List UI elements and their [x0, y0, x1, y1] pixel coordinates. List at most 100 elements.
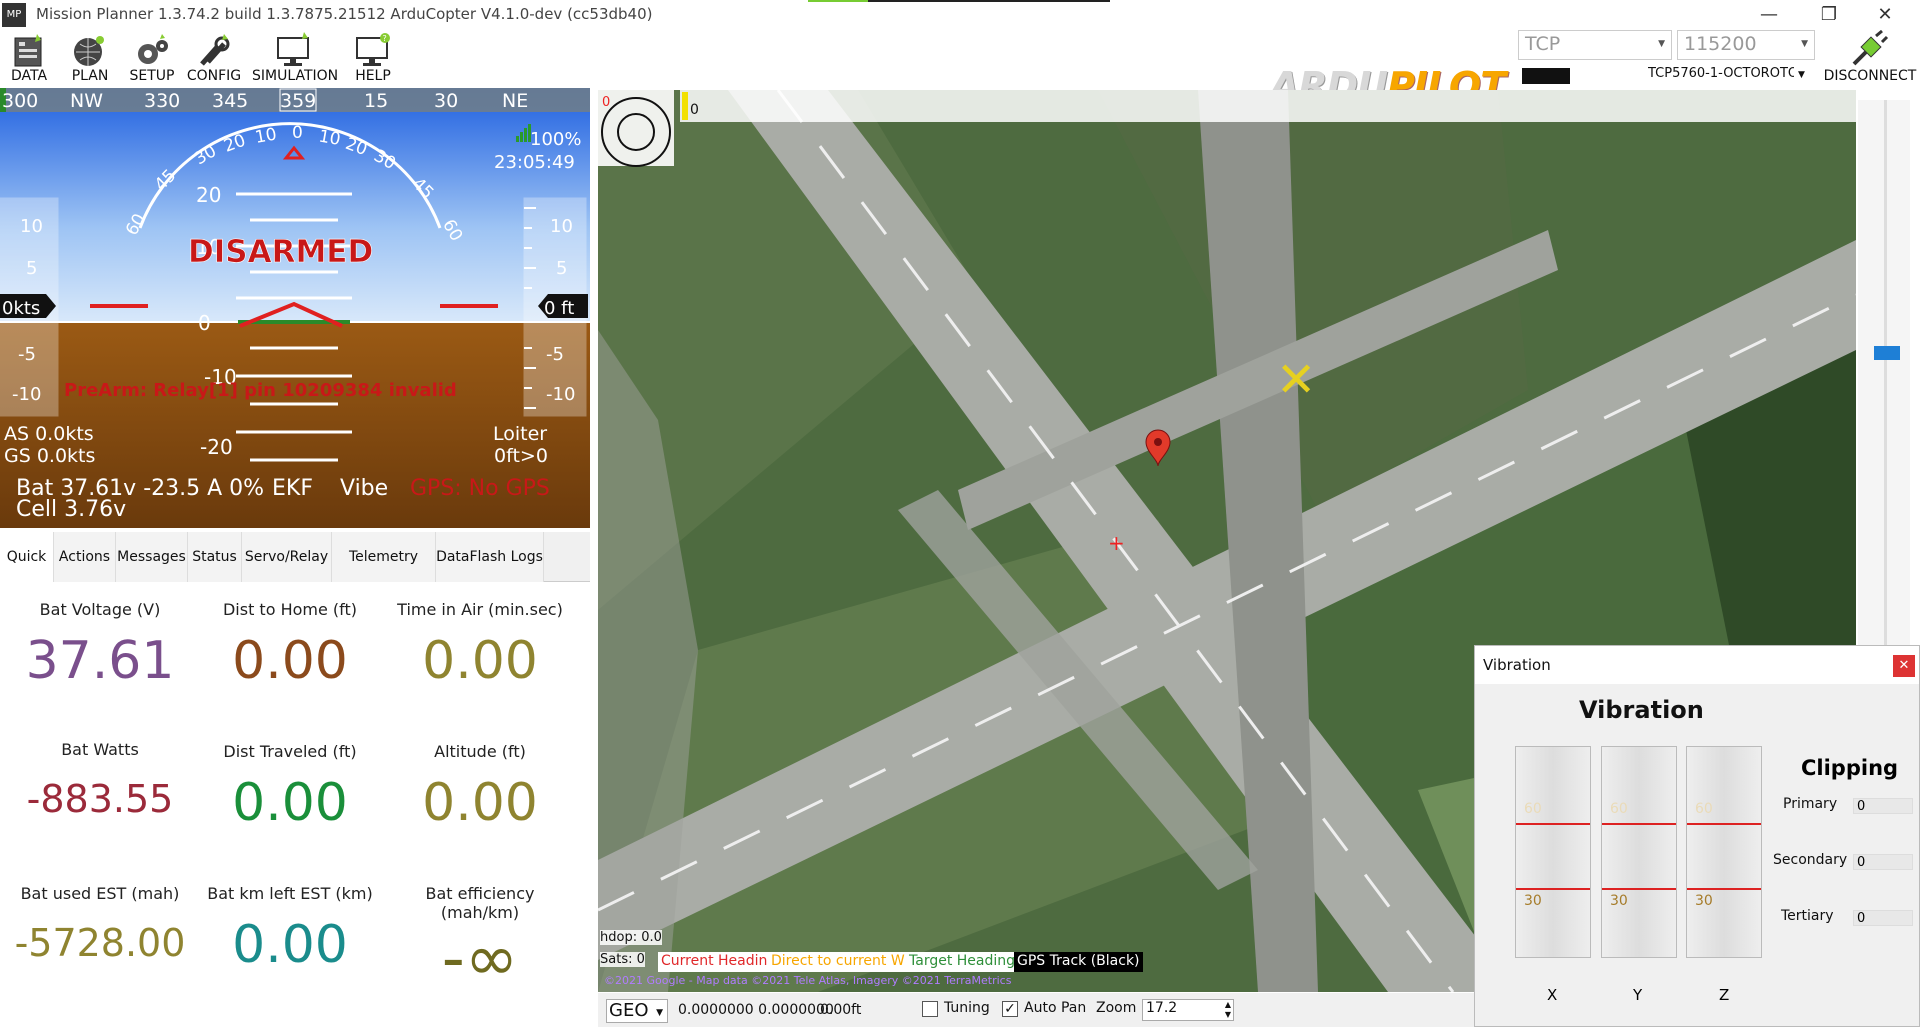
gps-status: GPS: No GPS — [410, 476, 550, 501]
vibration-window-title: Vibration — [1483, 656, 1551, 674]
main-toolbar: DATA PLAN SETUP CONFIG SIMULATION ? HELP… — [0, 29, 1920, 108]
svg-text:NE: NE — [502, 90, 528, 112]
svg-text:5: 5 — [556, 258, 567, 279]
vibration-heading: Vibration — [1579, 696, 1704, 724]
zoom-label: Zoom — [1096, 1000, 1137, 1016]
hud-panel[interactable]: 300 NW 330 345 359 15 30 NE 60 45 30 20 … — [0, 88, 590, 528]
clipping-secondary-label: Secondary — [1773, 852, 1848, 868]
link-stats-box[interactable] — [1522, 68, 1570, 84]
data-button-label: DATA — [10, 68, 48, 84]
svg-text:359: 359 — [280, 90, 316, 112]
quick-cell[interactable]: Bat Watts -883.55 — [5, 740, 195, 821]
quick-cell[interactable]: Bat km left EST (km) 0.00 — [195, 884, 385, 975]
vibration-bar-x: 60 30 — [1515, 746, 1591, 958]
quick-view: Bat Voltage (V) 37.61 Dist to Home (ft) 0.… — [5, 582, 585, 1027]
chevron-down-icon: ▼ — [1798, 70, 1805, 80]
vibration-window[interactable]: Vibration ✕ Vibration 60 30 60 30 60 30 X Y… — [1474, 645, 1920, 1027]
tab-actions[interactable]: Actions — [54, 532, 116, 582]
coord-mode-select[interactable]: GEO ▼ — [606, 999, 668, 1023]
svg-text:300: 300 — [2, 90, 38, 112]
svg-text:10: 10 — [253, 125, 278, 148]
config-button-label: CONFIG — [186, 68, 242, 84]
quick-cell[interactable]: Time in Air (min.sec) 0.00 — [385, 600, 575, 691]
disconnect-button[interactable]: DISCONNECT — [1822, 29, 1918, 86]
disconnect-label: DISCONNECT — [1823, 68, 1917, 84]
simulation-button[interactable]: SIMULATION — [252, 32, 339, 86]
legend-direct-wp: Direct to current WP — [768, 952, 917, 972]
speed-readout: 0kts — [2, 298, 40, 319]
wind-value: 0 — [602, 95, 610, 110]
quick-cell[interactable]: Dist Traveled (ft) 0.00 — [195, 742, 385, 833]
clipping-secondary-value: 0 — [1853, 854, 1913, 870]
ekf-indicator[interactable]: EKF — [272, 476, 313, 501]
svg-text:-5: -5 — [18, 344, 36, 365]
restore-button[interactable]: ❐ — [1806, 0, 1852, 30]
svg-text:20: 20 — [196, 183, 221, 207]
app-icon: MP — [2, 3, 26, 27]
vibration-bar-z: 60 30 — [1686, 746, 1762, 958]
svg-text:5: 5 — [26, 258, 37, 279]
clipping-title: Clipping — [1801, 756, 1899, 780]
tab-servo-relay[interactable]: Servo/Relay — [242, 532, 332, 582]
waypoint-distance: 0ft>0 — [494, 445, 548, 467]
axis-label-x: X — [1547, 986, 1558, 1004]
quick-cell[interactable]: Bat Voltage (V) 37.61 — [5, 600, 195, 691]
coordinates-text: 0.0000000 0.0000000 — [678, 1002, 834, 1018]
vibration-window-titlebar[interactable]: Vibration — [1475, 646, 1919, 684]
chevron-down-icon: ▼ — [656, 1008, 663, 1018]
clipping-primary-value: 0 — [1853, 798, 1913, 814]
close-button[interactable]: ✕ — [1862, 0, 1908, 30]
tab-dataflash-logs[interactable]: DataFlash Logs — [436, 532, 544, 582]
svg-text:NW: NW — [70, 90, 103, 112]
data-button[interactable]: DATA — [2, 32, 56, 86]
quick-cell[interactable]: Bat used EST (mah) -5728.00 — [5, 884, 195, 965]
tab-telemetry-logs[interactable]: Telemetry Logs — [332, 532, 436, 615]
cell-voltage: Cell 3.76v — [16, 497, 126, 522]
svg-text:330: 330 — [144, 90, 180, 112]
spinner-icon[interactable]: ▲ ▼ — [1225, 1000, 1231, 1020]
data-tabs: Quick Actions Messages Status Servo/Rela… — [0, 532, 590, 615]
help-monitor-icon: ? — [356, 33, 390, 66]
svg-text:10: 10 — [20, 216, 43, 237]
airspeed-text: AS 0.0kts — [4, 423, 94, 445]
svg-text:-20: -20 — [200, 435, 233, 459]
plug-icon — [1852, 29, 1889, 66]
tab-messages[interactable]: Messages — [116, 532, 188, 582]
baud-select[interactable]: 115200 ▼ — [1677, 30, 1815, 60]
plan-globe-icon — [74, 36, 104, 66]
quick-cell[interactable]: Bat efficiency (mah/km) -∞ — [385, 884, 575, 996]
tuning-label: Tuning — [944, 1000, 990, 1016]
axis-label-y: Y — [1633, 986, 1643, 1004]
connection-type-select[interactable]: TCP ▼ — [1518, 30, 1672, 60]
svg-text:-10: -10 — [12, 384, 41, 405]
minimize-button[interactable]: — — [1746, 0, 1792, 30]
svg-text:10: 10 — [550, 216, 573, 237]
chevron-down-icon: ▼ — [1658, 39, 1665, 49]
plan-button[interactable]: PLAN — [64, 32, 116, 86]
title-bar: MP Mission Planner 1.3.74.2 build 1.3.78… — [0, 0, 1920, 30]
plan-button-label: PLAN — [71, 68, 109, 84]
window-title: Mission Planner 1.3.74.2 build 1.3.7875.… — [36, 5, 653, 23]
autopan-checkbox[interactable]: ✓ — [1002, 1001, 1018, 1017]
svg-text:0: 0 — [198, 311, 211, 335]
quick-cell[interactable]: Dist to Home (ft) 0.00 — [195, 600, 385, 691]
simulation-monitor-icon — [277, 32, 309, 66]
setup-button[interactable]: SETUP — [124, 32, 180, 86]
altitude-text: 0.00ft — [820, 1002, 862, 1018]
svg-text:10: 10 — [317, 127, 342, 150]
vibration-close-button[interactable]: ✕ — [1893, 655, 1915, 677]
quick-cell[interactable]: Altitude (ft) 0.00 — [385, 742, 575, 833]
tuning-checkbox[interactable] — [922, 1001, 938, 1017]
sats-text: Sats: 0 — [600, 952, 645, 967]
simulation-button-label: SIMULATION — [252, 68, 339, 84]
config-button[interactable]: CONFIG — [186, 32, 242, 86]
slider-thumb[interactable] — [1874, 346, 1900, 360]
vibe-indicator[interactable]: Vibe — [340, 476, 388, 501]
svg-text:30: 30 — [434, 90, 458, 112]
map-copyright: ©2021 Google - Map data ©2021 Tele Atlas… — [604, 974, 1012, 987]
help-button[interactable]: ? HELP — [346, 32, 400, 86]
port-select[interactable]: TCP5760-1-OCTOROTOR▼ — [1648, 66, 1816, 86]
tab-quick[interactable]: Quick — [0, 532, 54, 582]
tab-status[interactable]: Status — [188, 532, 242, 582]
zoom-input[interactable]: 17.2 ▲ ▼ — [1142, 999, 1234, 1021]
